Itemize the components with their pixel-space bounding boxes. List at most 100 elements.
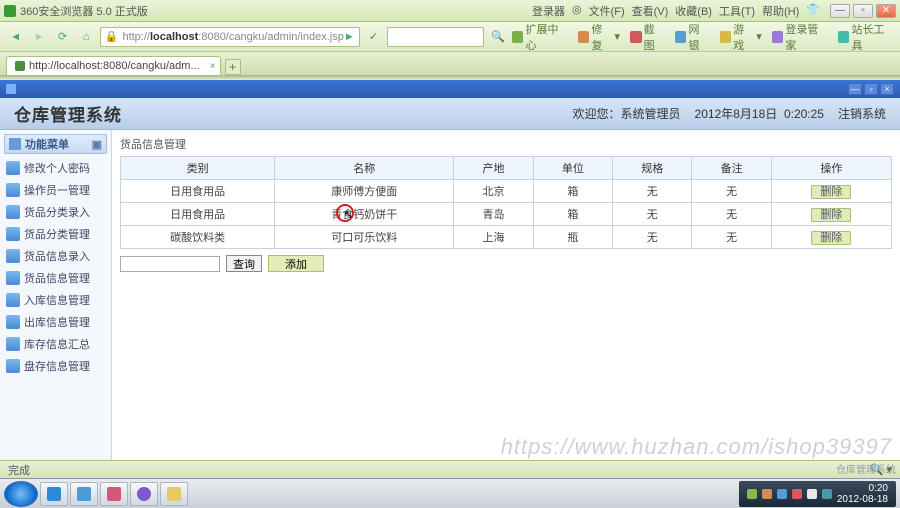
go-button[interactable]: ► bbox=[344, 31, 355, 43]
col-place: 产地 bbox=[454, 157, 533, 180]
tab-label: http://localhost:8080/cangku/adm... bbox=[29, 60, 200, 72]
table-cell: 康师傅方便面 bbox=[275, 180, 454, 203]
table-cell: 日用食用品 bbox=[121, 203, 275, 226]
table-cell: 无 bbox=[692, 180, 771, 203]
start-button[interactable] bbox=[4, 481, 38, 507]
delete-button[interactable]: 删除 bbox=[811, 185, 851, 199]
table-cell: 北京 bbox=[454, 180, 533, 203]
close-button[interactable]: ✕ bbox=[876, 4, 896, 18]
inner-close-button[interactable]: × bbox=[880, 83, 894, 95]
header-time: 0:20:25 bbox=[784, 107, 824, 121]
menu-skin-icon[interactable]: 👕 bbox=[804, 3, 822, 19]
task-ie2[interactable] bbox=[70, 482, 98, 506]
tab-close-icon[interactable]: × bbox=[210, 61, 216, 72]
tool-fix[interactable]: 修复▾ bbox=[578, 21, 620, 53]
sidebar-item-password[interactable]: 修改个人密码 bbox=[4, 157, 107, 179]
table-cell-op: 删除 bbox=[771, 203, 891, 226]
welcome-text: 欢迎您：系统管理员 bbox=[573, 105, 681, 122]
table-cell: 日用食用品 bbox=[121, 180, 275, 203]
status-text: 完成 bbox=[8, 462, 30, 478]
window-buttons: — ▫ ✕ bbox=[830, 4, 896, 18]
sidebar-item-goods-add[interactable]: 货品信息录入 bbox=[4, 245, 107, 267]
search-button[interactable]: 🔍 bbox=[488, 27, 507, 47]
tool-game[interactable]: 游戏▾ bbox=[720, 21, 762, 53]
tray-clock[interactable]: 0:20 2012-08-18 bbox=[837, 483, 888, 505]
table-cell: 瓶 bbox=[533, 226, 612, 249]
table-cell: 青食钙奶饼干 bbox=[275, 203, 454, 226]
header-date: 2012年8月18日 bbox=[695, 107, 778, 121]
sidebar-item-operator[interactable]: 操作员一管理 bbox=[4, 179, 107, 201]
task-app2[interactable] bbox=[130, 482, 158, 506]
logout-link[interactable]: 注销系统 bbox=[838, 105, 886, 122]
table-header-row: 类别 名称 产地 单位 规格 备注 操作 bbox=[121, 157, 892, 180]
tool-bank[interactable]: 网银 bbox=[675, 21, 710, 53]
col-op: 操作 bbox=[771, 157, 891, 180]
sidebar-item-goods-mgr[interactable]: 货品信息管理 bbox=[4, 267, 107, 289]
browser-navbar: ◄ ► ⟳ ⌂ 🔒 http://localhost:8080/cangku/a… bbox=[0, 22, 900, 52]
table-row: 碳酸饮料类可口可乐饮料上海瓶无无删除 bbox=[121, 226, 892, 249]
table-cell: 无 bbox=[692, 226, 771, 249]
browser-favicon bbox=[4, 5, 16, 17]
delete-button[interactable]: 删除 bbox=[811, 208, 851, 222]
query-button[interactable]: 查询 bbox=[226, 255, 262, 272]
sidebar-item-stock[interactable]: 库存信息汇总 bbox=[4, 333, 107, 355]
reload-button[interactable]: ⟳ bbox=[53, 27, 72, 47]
table-cell: 箱 bbox=[533, 180, 612, 203]
sidebar-header-label: 功能菜单 bbox=[25, 136, 69, 152]
table-cell-op: 删除 bbox=[771, 226, 891, 249]
menu-fav[interactable]: 收藏(B) bbox=[673, 3, 714, 19]
menu-tools[interactable]: 工具(T) bbox=[717, 3, 757, 19]
sidebar-item-outbound[interactable]: 出库信息管理 bbox=[4, 311, 107, 333]
home-button[interactable]: ⌂ bbox=[76, 27, 95, 47]
maximize-button[interactable]: ▫ bbox=[853, 4, 873, 18]
menu-file[interactable]: 文件(F) bbox=[587, 3, 627, 19]
tool-ext[interactable]: 扩展中心 bbox=[512, 21, 568, 53]
inner-max-button[interactable]: ▫ bbox=[864, 83, 878, 95]
tab-favicon bbox=[15, 61, 25, 71]
task-explorer[interactable] bbox=[160, 482, 188, 506]
system-tray[interactable]: 0:20 2012-08-18 bbox=[739, 481, 896, 507]
table-row: 日用食用品康师傅方便面北京箱无无删除 bbox=[121, 180, 892, 203]
menu-login[interactable]: 登录器 bbox=[530, 3, 567, 19]
cert-icon[interactable]: ✓ bbox=[364, 27, 383, 47]
add-button[interactable]: 添加 bbox=[268, 255, 324, 272]
url-host: localhost bbox=[150, 31, 198, 43]
taskbar: 0:20 2012-08-18 bbox=[0, 478, 900, 508]
sidebar-item-inbound[interactable]: 入库信息管理 bbox=[4, 289, 107, 311]
task-ie[interactable] bbox=[40, 482, 68, 506]
tool-login[interactable]: 登录管家 bbox=[772, 21, 828, 53]
sidebar-item-cat-add[interactable]: 货品分类录入 bbox=[4, 201, 107, 223]
inner-window-titlebar: — ▫ × bbox=[0, 80, 900, 98]
app-header: 仓库管理系统 欢迎您：系统管理员 2012年8月18日 0:20:25 注销系统 bbox=[0, 98, 900, 130]
address-bar[interactable]: 🔒 http://localhost:8080/cangku/admin/ind… bbox=[100, 27, 360, 47]
new-tab-button[interactable]: + bbox=[225, 59, 241, 75]
url-prefix: http:// bbox=[122, 31, 150, 43]
tool-site[interactable]: 站长工具 bbox=[838, 21, 894, 53]
sidebar-item-inventory[interactable]: 盘存信息管理 bbox=[4, 355, 107, 377]
menu-view[interactable]: 查看(V) bbox=[630, 3, 671, 19]
table-cell: 无 bbox=[613, 180, 692, 203]
sidebar-collapse-icon[interactable]: ▣ bbox=[92, 138, 102, 151]
forward-button[interactable]: ► bbox=[29, 27, 48, 47]
browser-tab[interactable]: http://localhost:8080/cangku/adm... × bbox=[6, 56, 221, 75]
table-cell: 碳酸饮料类 bbox=[121, 226, 275, 249]
sidebar: 功能菜单 ▣ 修改个人密码 操作员一管理 货品分类录入 货品分类管理 货品信息录… bbox=[0, 130, 112, 460]
back-button[interactable]: ◄ bbox=[6, 27, 25, 47]
browser-search-input[interactable] bbox=[387, 27, 484, 47]
table-cell: 可口可乐饮料 bbox=[275, 226, 454, 249]
query-input[interactable] bbox=[120, 256, 220, 272]
task-app1[interactable] bbox=[100, 482, 128, 506]
delete-button[interactable]: 删除 bbox=[811, 231, 851, 245]
minimize-button[interactable]: — bbox=[830, 4, 850, 18]
url-rest: :8080/cangku/admin/index.jsp bbox=[198, 31, 344, 43]
tool-shot[interactable]: 截图 bbox=[630, 21, 665, 53]
sidebar-header: 功能菜单 ▣ bbox=[4, 134, 107, 154]
browser-toolbar-right: 扩展中心 修复▾ 截图 网银 游戏▾ 登录管家 站长工具 bbox=[512, 21, 894, 53]
table-row: 日用食用品青食钙奶饼干青岛箱无无删除 bbox=[121, 203, 892, 226]
browser-menu-bar: 登录器 ◎ 文件(F) 查看(V) 收藏(B) 工具(T) 帮助(H) 👕 bbox=[530, 3, 822, 19]
menu-help[interactable]: 帮助(H) bbox=[760, 3, 801, 19]
browser-title: 360安全浏览器 5.0 正式版 bbox=[20, 3, 148, 19]
tray-icon bbox=[777, 489, 787, 499]
sidebar-item-cat-mgr[interactable]: 货品分类管理 bbox=[4, 223, 107, 245]
inner-min-button[interactable]: — bbox=[848, 83, 862, 95]
